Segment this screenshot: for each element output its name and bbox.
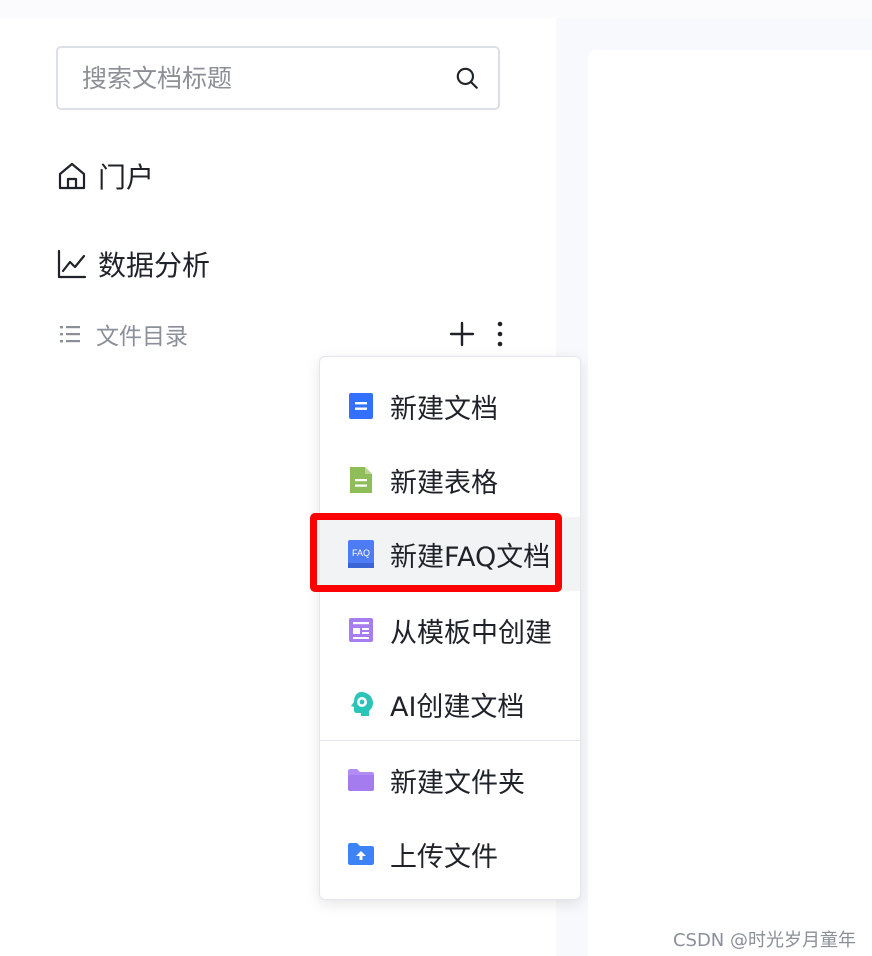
menu-item-label: 新建表格 — [390, 467, 498, 499]
line-chart-icon — [56, 248, 88, 280]
watermark: CSDN @时光岁月童年 — [672, 930, 856, 951]
faq-icon-text: FAQ — [352, 548, 370, 558]
menu-item-label: 从模板中创建 — [390, 617, 552, 649]
menu-item-new-folder[interactable]: 新建文件夹 — [320, 743, 580, 817]
file-directory-label: 文件目录 — [96, 324, 188, 350]
menu-item-new-faq-doc[interactable]: FAQ 新建FAQ文档 — [320, 517, 580, 591]
list-icon — [56, 320, 84, 348]
menu-item-new-sheet[interactable]: 新建表格 — [320, 443, 580, 517]
menu-item-label: AI创建文档 — [390, 691, 525, 723]
main-content-panel — [588, 50, 872, 956]
create-dropdown-menu: 新建文档 新建表格 FAQ 新建FAQ文档 从模板中创建 AI创建文档 新建文件… — [319, 356, 581, 900]
menu-item-label: 新建FAQ文档 — [390, 541, 551, 573]
folder-icon — [346, 765, 376, 795]
template-icon — [346, 615, 376, 645]
menu-item-label: 上传文件 — [390, 841, 498, 873]
nav-item-data-analysis-label: 数据分析 — [98, 249, 211, 282]
menu-item-upload-file[interactable]: 上传文件 — [320, 817, 580, 891]
search-input[interactable] — [82, 63, 452, 93]
menu-item-label: 新建文件夹 — [390, 767, 525, 799]
menu-item-new-doc[interactable]: 新建文档 — [320, 369, 580, 443]
menu-item-from-template[interactable]: 从模板中创建 — [320, 593, 580, 667]
home-icon — [56, 160, 88, 192]
doc-icon — [346, 391, 376, 421]
search-icon[interactable] — [452, 63, 482, 93]
nav-item-home[interactable]: 门户 — [56, 156, 154, 196]
nav-item-home-label: 门户 — [98, 161, 155, 194]
search-box[interactable] — [56, 46, 500, 110]
sheet-icon — [346, 465, 376, 495]
more-vertical-icon[interactable] — [484, 318, 516, 350]
file-directory-header[interactable]: 文件目录 — [56, 316, 516, 352]
menu-item-label: 新建文档 — [390, 393, 498, 425]
faq-icon: FAQ — [346, 539, 376, 569]
nav-item-data-analysis[interactable]: 数据分析 — [56, 244, 210, 284]
ai-icon — [346, 689, 376, 719]
menu-item-ai-create-doc[interactable]: AI创建文档 — [320, 667, 580, 741]
plus-icon[interactable] — [446, 318, 478, 350]
top-bar — [0, 0, 872, 18]
menu-divider — [320, 740, 580, 741]
upload-folder-icon — [346, 839, 376, 869]
